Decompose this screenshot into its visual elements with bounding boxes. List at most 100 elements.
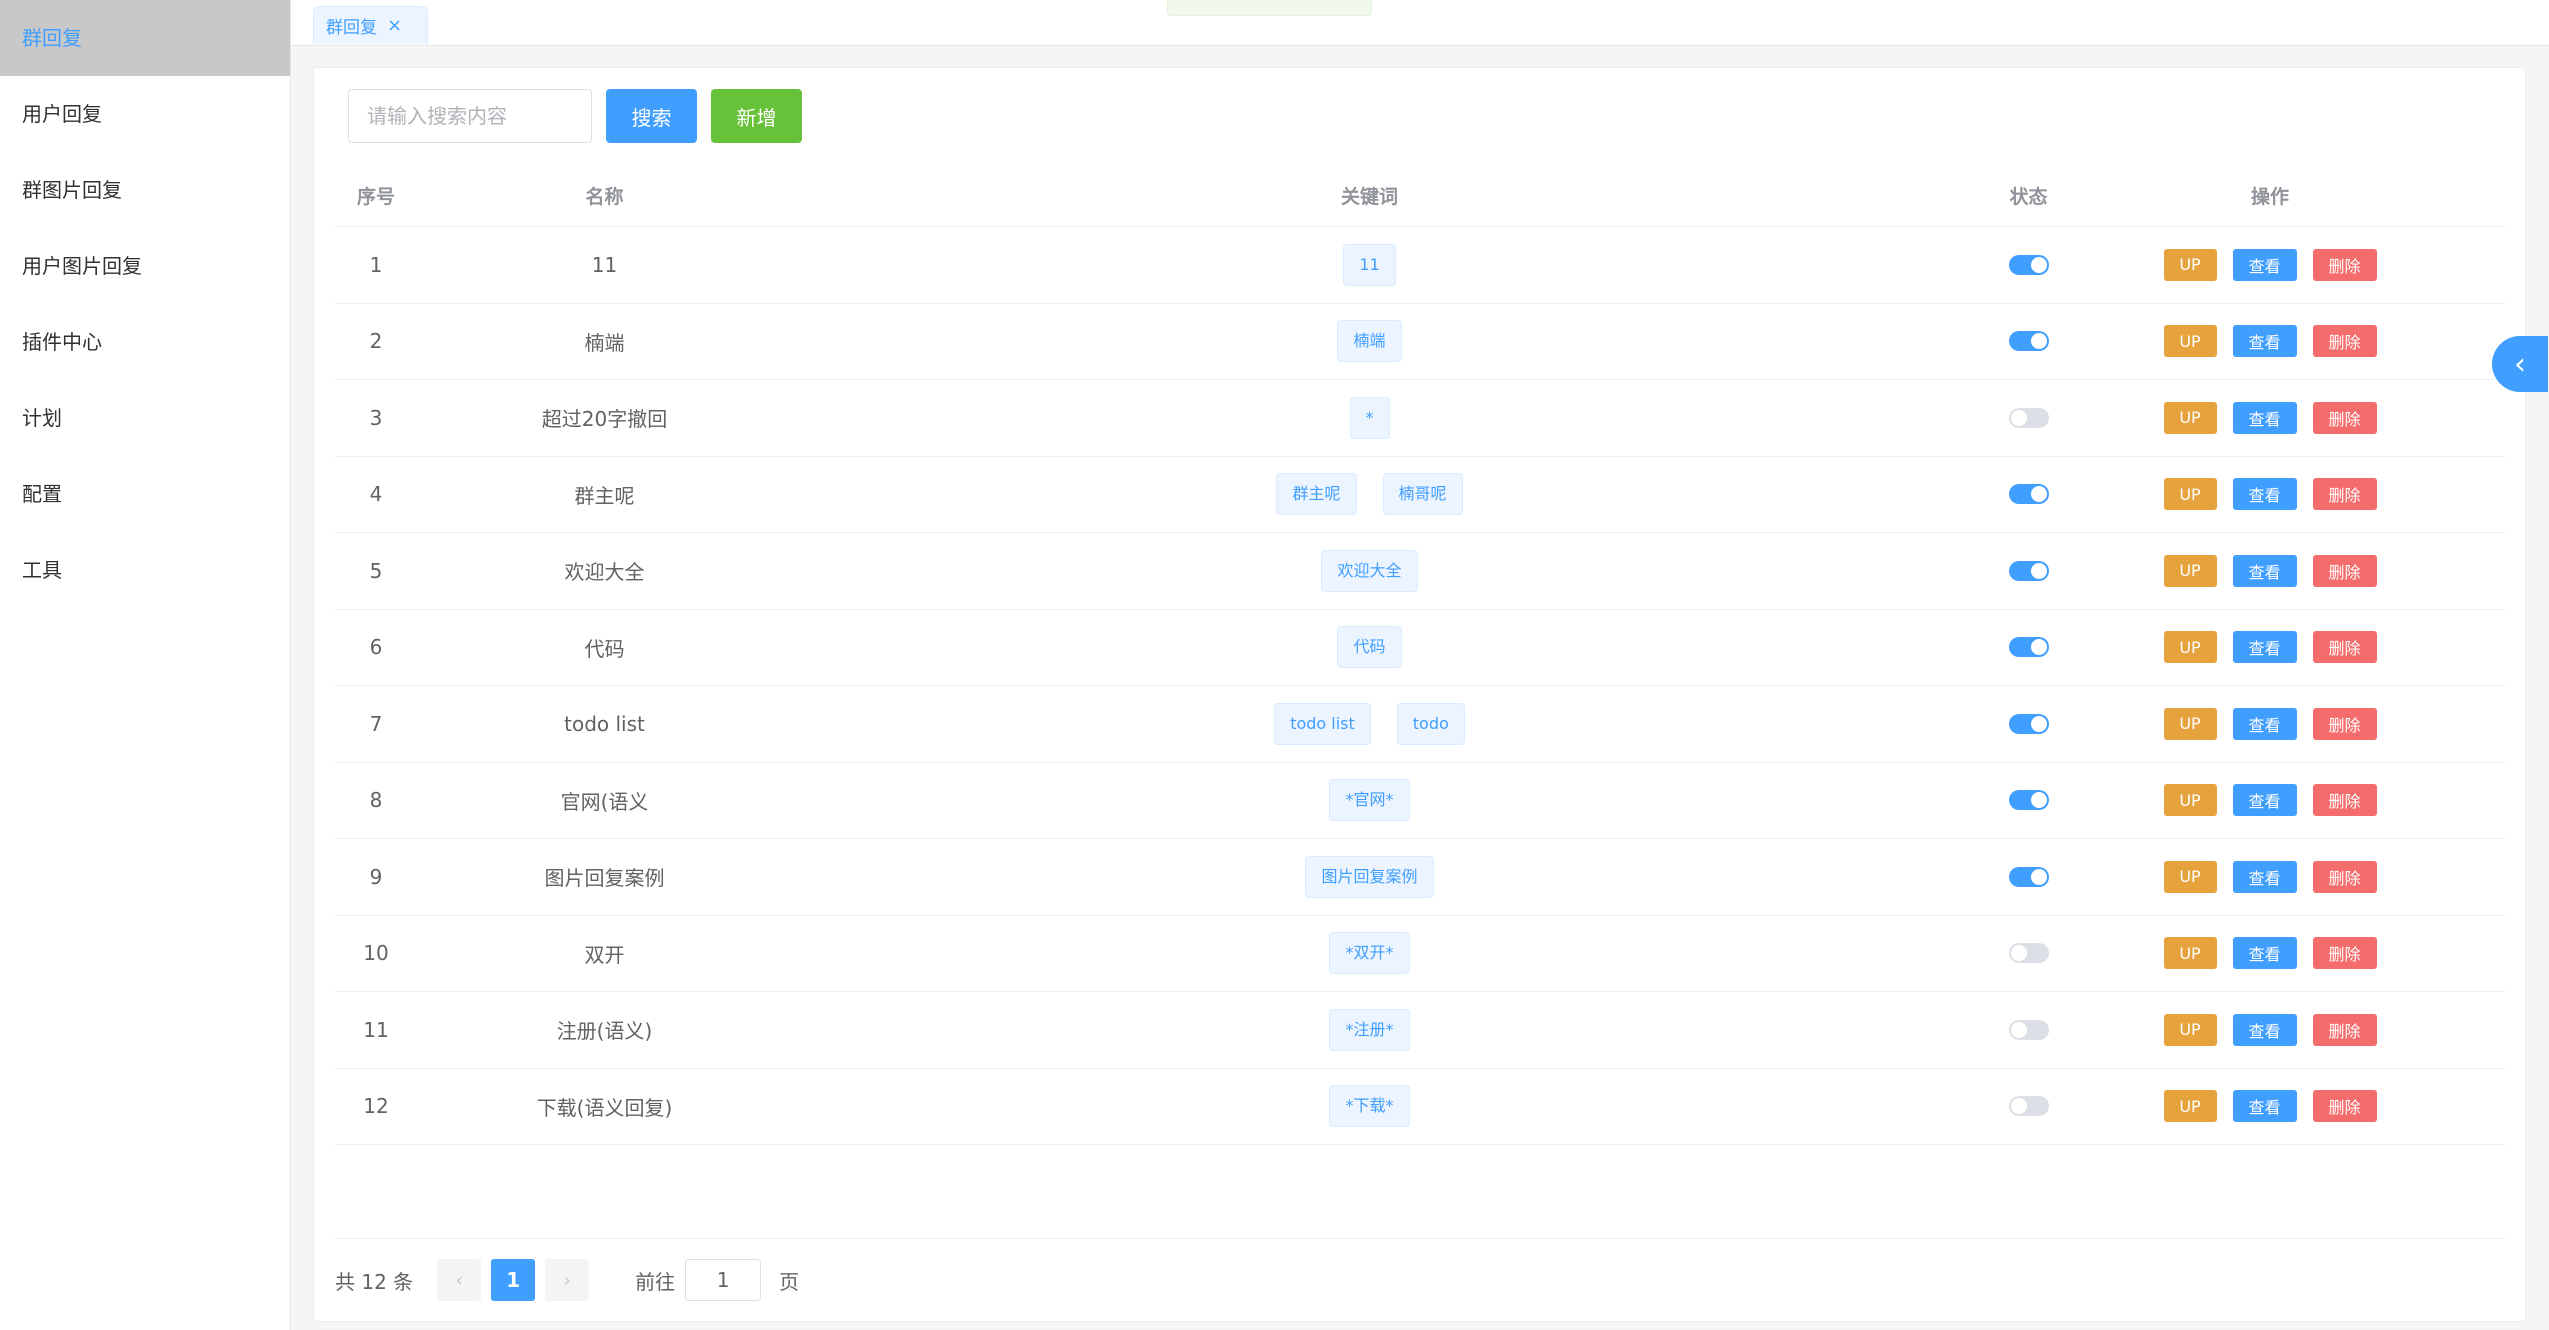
sidebar-item-5[interactable]: 计划 [0, 380, 290, 456]
view-button[interactable]: 查看 [2232, 325, 2297, 358]
next-page-button[interactable]: › [545, 1259, 590, 1301]
goto-page-input[interactable] [685, 1259, 762, 1301]
delete-button[interactable]: 删除 [2312, 707, 2377, 740]
search-button[interactable]: 搜索 [606, 89, 697, 143]
prev-page-button[interactable]: ‹ [437, 1259, 482, 1301]
delete-button[interactable]: 删除 [2312, 325, 2377, 358]
page-number-button[interactable]: 1 [491, 1259, 536, 1301]
chevron-left-icon: ‹ [2514, 346, 2526, 382]
row-name: 代码 [584, 636, 625, 661]
table-row: 7 todo list todo list todo UP 查看 删除 [335, 686, 2505, 763]
status-toggle[interactable] [2008, 790, 2049, 811]
row-index: 2 [369, 329, 383, 354]
toggle-knob [2030, 562, 2047, 579]
status-toggle[interactable] [2008, 637, 2049, 658]
tab-group-reply[interactable]: 群回复 × [313, 6, 428, 44]
sidebar-item-0[interactable]: 群回复 [0, 0, 290, 76]
collapse-panel-button[interactable]: ‹ [2492, 336, 2548, 392]
row-name: 双开 [584, 942, 625, 967]
row-keywords: 11 [792, 243, 1947, 286]
up-button[interactable]: UP [2163, 554, 2217, 587]
keyword-tag: 11 [1343, 243, 1396, 286]
close-icon[interactable]: × [387, 15, 402, 36]
delete-button[interactable]: 删除 [2312, 937, 2377, 970]
delete-button[interactable]: 删除 [2312, 631, 2377, 664]
table-row: 12 下载(语义回复) *下载* UP 查看 删除 [335, 1069, 2505, 1145]
reply-table: 序号 名称 关键词 状态 操作 1 11 11 UP 查看 删除 2 楠端 楠端 UP 查看 删除 3 超… [335, 165, 2505, 1145]
up-button[interactable]: UP [2163, 937, 2217, 970]
view-button[interactable]: 查看 [2232, 784, 2297, 817]
row-index: 9 [369, 864, 383, 889]
table-row: 11 注册(语义) *注册* UP 查看 删除 [335, 992, 2505, 1069]
table-header: 序号 名称 关键词 状态 操作 [335, 165, 2505, 227]
delete-button[interactable]: 删除 [2312, 860, 2377, 893]
status-toggle[interactable] [2008, 1019, 2049, 1040]
view-button[interactable]: 查看 [2232, 860, 2297, 893]
status-toggle[interactable] [2008, 331, 2049, 352]
status-toggle[interactable] [2008, 713, 2049, 734]
row-actions: UP 查看 删除 [2110, 707, 2430, 740]
up-button[interactable]: UP [2163, 707, 2217, 740]
view-button[interactable]: 查看 [2232, 248, 2297, 281]
delete-button[interactable]: 删除 [2312, 784, 2377, 817]
toggle-knob [2030, 333, 2047, 350]
up-button[interactable]: UP [2163, 860, 2217, 893]
delete-button[interactable]: 删除 [2312, 1090, 2377, 1123]
up-button[interactable]: UP [2163, 325, 2217, 358]
up-button[interactable]: UP [2163, 631, 2217, 664]
up-button[interactable]: UP [2163, 1090, 2217, 1123]
up-button[interactable]: UP [2163, 401, 2217, 434]
toggle-knob [2030, 715, 2047, 732]
toggle-knob [2030, 792, 2047, 809]
chevron-left-icon: ‹ [455, 1269, 463, 1291]
status-toggle[interactable] [2008, 407, 2049, 428]
add-button[interactable]: 新增 [711, 89, 802, 143]
row-actions: UP 查看 删除 [2110, 631, 2430, 664]
row-index: 3 [369, 405, 383, 430]
up-button[interactable]: UP [2163, 784, 2217, 817]
status-toggle[interactable] [2008, 560, 2049, 581]
view-button[interactable]: 查看 [2232, 631, 2297, 664]
delete-button[interactable]: 删除 [2312, 554, 2377, 587]
sidebar-item-2[interactable]: 群图片回复 [0, 152, 290, 228]
row-name: 注册(语义) [556, 1019, 653, 1044]
view-button[interactable]: 查看 [2232, 1013, 2297, 1046]
status-toggle[interactable] [2008, 866, 2049, 887]
view-button[interactable]: 查看 [2232, 554, 2297, 587]
sidebar-item-1[interactable]: 用户回复 [0, 76, 290, 152]
delete-button[interactable]: 删除 [2312, 478, 2377, 511]
table-row: 9 图片回复案例 图片回复案例 UP 查看 删除 [335, 839, 2505, 916]
pagination: 共 12 条 ‹ 1 › 前往 页 [335, 1259, 799, 1301]
message-toast [1167, 0, 1372, 16]
up-button[interactable]: UP [2163, 1013, 2217, 1046]
delete-button[interactable]: 删除 [2312, 248, 2377, 281]
sidebar-item-3[interactable]: 用户图片回复 [0, 228, 290, 304]
up-button[interactable]: UP [2163, 248, 2217, 281]
status-toggle[interactable] [2008, 943, 2049, 964]
sidebar-item-6[interactable]: 配置 [0, 456, 290, 532]
view-button[interactable]: 查看 [2232, 478, 2297, 511]
status-toggle[interactable] [2008, 484, 2049, 505]
status-toggle[interactable] [2008, 1096, 2049, 1117]
sidebar-item-4[interactable]: 插件中心 [0, 304, 290, 380]
view-button[interactable]: 查看 [2232, 401, 2297, 434]
view-button[interactable]: 查看 [2232, 707, 2297, 740]
row-index: 4 [369, 482, 383, 507]
toggle-knob [2030, 486, 2047, 503]
row-keywords: *注册* [792, 1008, 1947, 1051]
sidebar-item-7[interactable]: 工具 [0, 532, 290, 608]
status-toggle[interactable] [2008, 254, 2049, 275]
search-input[interactable] [348, 89, 592, 143]
up-button[interactable]: UP [2163, 478, 2217, 511]
table-body: 1 11 11 UP 查看 删除 2 楠端 楠端 UP 查看 删除 3 超过20字撤回 * UP 查看 删除 4 群主… [335, 227, 2505, 1145]
row-actions: UP 查看 删除 [2110, 554, 2430, 587]
keyword-tag: 欢迎大全 [1321, 549, 1418, 592]
table-row: 8 官网(语义 *官网* UP 查看 删除 [335, 763, 2505, 839]
view-button[interactable]: 查看 [2232, 1090, 2297, 1123]
view-button[interactable]: 查看 [2232, 937, 2297, 970]
delete-button[interactable]: 删除 [2312, 1013, 2377, 1046]
row-index: 6 [369, 635, 383, 660]
pagination-divider [335, 1238, 2505, 1239]
main-area: 群回复 × 搜索 新增 序号 名称 关键词 状态 操作 11111UP查看删除2… [291, 0, 2549, 1330]
delete-button[interactable]: 删除 [2312, 401, 2377, 434]
